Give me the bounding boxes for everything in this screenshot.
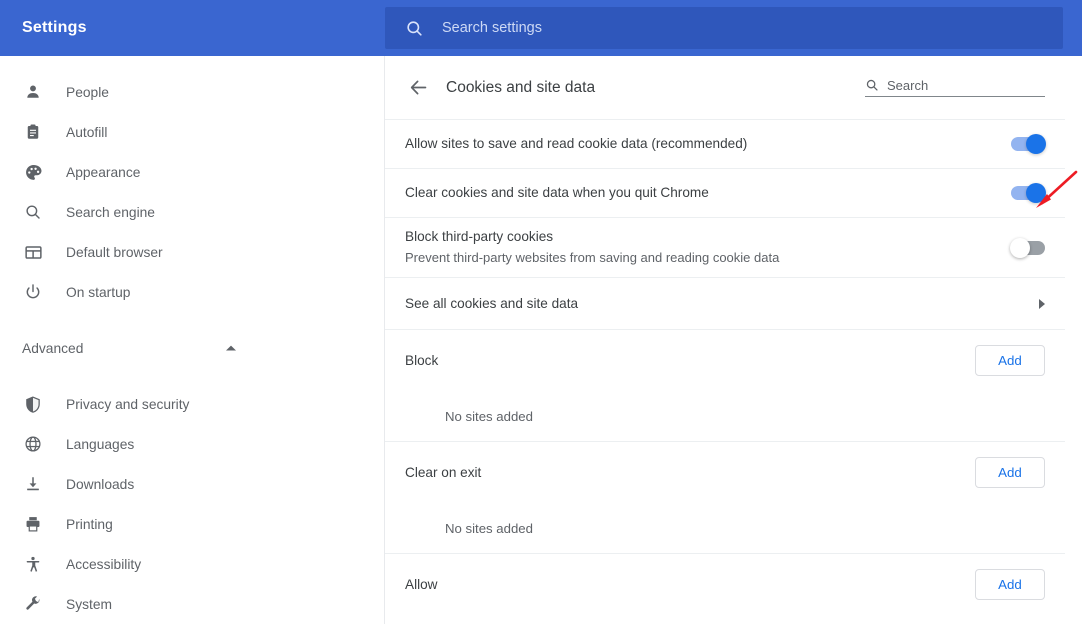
sidebar-top-spacer (0, 56, 385, 72)
setting-row-allow-cookies[interactable]: Allow sites to save and read cookie data… (385, 119, 1065, 168)
setting-title: Block third-party cookies (405, 229, 554, 244)
sidebar-advanced-toggle[interactable]: Advanced (0, 328, 385, 368)
setting-text-block: Allow sites to save and read cookie data… (405, 125, 1011, 163)
sidebar-item-privacy-and-security[interactable]: Privacy and security (0, 384, 385, 424)
toggle-knob (1010, 237, 1030, 258)
section-title: Block (405, 353, 439, 368)
sidebar-item-system[interactable]: System (0, 584, 385, 624)
setting-row-see-all-cookies[interactable]: See all cookies and site data (385, 277, 1065, 329)
setting-title: Clear cookies and site data when you qui… (405, 185, 709, 200)
sidebar-item-label: Printing (66, 516, 113, 532)
clear-on-exit-empty-state: No sites added (445, 520, 533, 536)
setting-text-block: Clear cookies and site data when you qui… (405, 174, 1011, 212)
search-icon (865, 78, 879, 92)
sidebar-item-label: Downloads (66, 476, 135, 492)
setting-text-block: Block third-party cookies Prevent third-… (405, 218, 1011, 277)
sidebar-item-default-browser[interactable]: Default browser (0, 232, 385, 272)
sidebar-section-spacer (0, 312, 385, 328)
section-header-clear-on-exit: Clear on exit Add (385, 441, 1065, 503)
section-header-allow: Allow Add (385, 553, 1065, 615)
browser-window-icon (22, 241, 44, 263)
add-clear-on-exit-site-button[interactable]: Add (975, 457, 1045, 488)
power-icon (22, 281, 44, 303)
app-title: Settings (22, 19, 87, 36)
search-input[interactable] (442, 20, 1063, 36)
sidebar-item-label: Search engine (66, 204, 155, 220)
printer-icon (22, 513, 44, 535)
search-icon (405, 19, 424, 38)
clipboard-icon (22, 121, 44, 143)
search-icon (22, 201, 44, 223)
sidebar-item-autofill[interactable]: Autofill (0, 112, 385, 152)
sidebar-advanced-label: Advanced (22, 340, 84, 356)
sidebar-item-label: System (66, 596, 112, 612)
chevron-up-icon (225, 344, 237, 352)
top-app-bar: Settings (0, 0, 1082, 56)
sidebar-item-people[interactable]: People (0, 72, 385, 112)
palette-icon (22, 161, 44, 183)
toggle-knob (1026, 183, 1046, 203)
setting-title: Allow sites to save and read cookie data… (405, 136, 748, 151)
clear-cookies-on-quit-toggle[interactable] (1011, 183, 1046, 203)
sidebar-item-label: Privacy and security (66, 396, 190, 412)
back-button[interactable] (403, 73, 433, 103)
sidebar-item-accessibility[interactable]: Accessibility (0, 544, 385, 584)
sidebar-item-search-engine[interactable]: Search engine (0, 192, 385, 232)
sidebar-item-printing[interactable]: Printing (0, 504, 385, 544)
global-search-box[interactable] (385, 7, 1063, 49)
download-icon (22, 473, 44, 495)
cookies-settings-page: Cookies and site data Allow sites to sav… (385, 56, 1065, 624)
page-search-input[interactable] (887, 78, 1063, 93)
chevron-right-icon (1039, 298, 1045, 309)
page-search-box[interactable] (865, 78, 1063, 97)
settings-window: Settings People (0, 0, 1082, 624)
setting-row-clear-on-quit[interactable]: Clear cookies and site data when you qui… (385, 168, 1065, 217)
arrow-left-icon (408, 77, 429, 98)
add-allow-site-button[interactable]: Add (975, 569, 1045, 600)
accessibility-icon (22, 553, 44, 575)
allow-cookies-toggle[interactable] (1011, 134, 1046, 154)
block-third-party-cookies-toggle[interactable] (1010, 237, 1045, 258)
page-header: Cookies and site data (385, 56, 1065, 119)
toggle-knob (1026, 134, 1046, 154)
sidebar-item-on-startup[interactable]: On startup (0, 272, 385, 312)
shield-icon (22, 393, 44, 415)
sidebar-item-downloads[interactable]: Downloads (0, 464, 385, 504)
setting-row-block-third-party[interactable]: Block third-party cookies Prevent third-… (385, 217, 1065, 277)
sidebar-item-label: People (66, 84, 109, 100)
add-block-site-button[interactable]: Add (975, 345, 1045, 376)
sidebar-item-label: Accessibility (66, 556, 142, 572)
sidebar-item-label: Appearance (66, 164, 141, 180)
sidebar-item-label: Autofill (66, 124, 108, 140)
sidebar-item-label: On startup (66, 284, 131, 300)
globe-icon (22, 433, 44, 455)
sidebar-advanced-spacer (0, 368, 385, 384)
page-title: Cookies and site data (446, 78, 596, 96)
sidebar-item-appearance[interactable]: Appearance (0, 152, 385, 192)
setting-text-block: See all cookies and site data (405, 285, 1039, 323)
section-header-block: Block Add (385, 329, 1065, 391)
block-empty-state: No sites added (445, 408, 533, 424)
setting-title: See all cookies and site data (405, 295, 579, 311)
setting-subtitle: Prevent third-party websites from saving… (405, 250, 780, 265)
sidebar-item-languages[interactable]: Languages (0, 424, 385, 464)
section-title: Clear on exit (405, 465, 482, 480)
settings-sidebar: People Autofill Appearance Search engine… (0, 56, 385, 624)
section-title: Allow (405, 577, 438, 592)
sidebar-item-label: Languages (66, 436, 135, 452)
sidebar-item-label: Default browser (66, 244, 163, 260)
person-icon (22, 81, 44, 103)
wrench-icon (22, 593, 44, 615)
